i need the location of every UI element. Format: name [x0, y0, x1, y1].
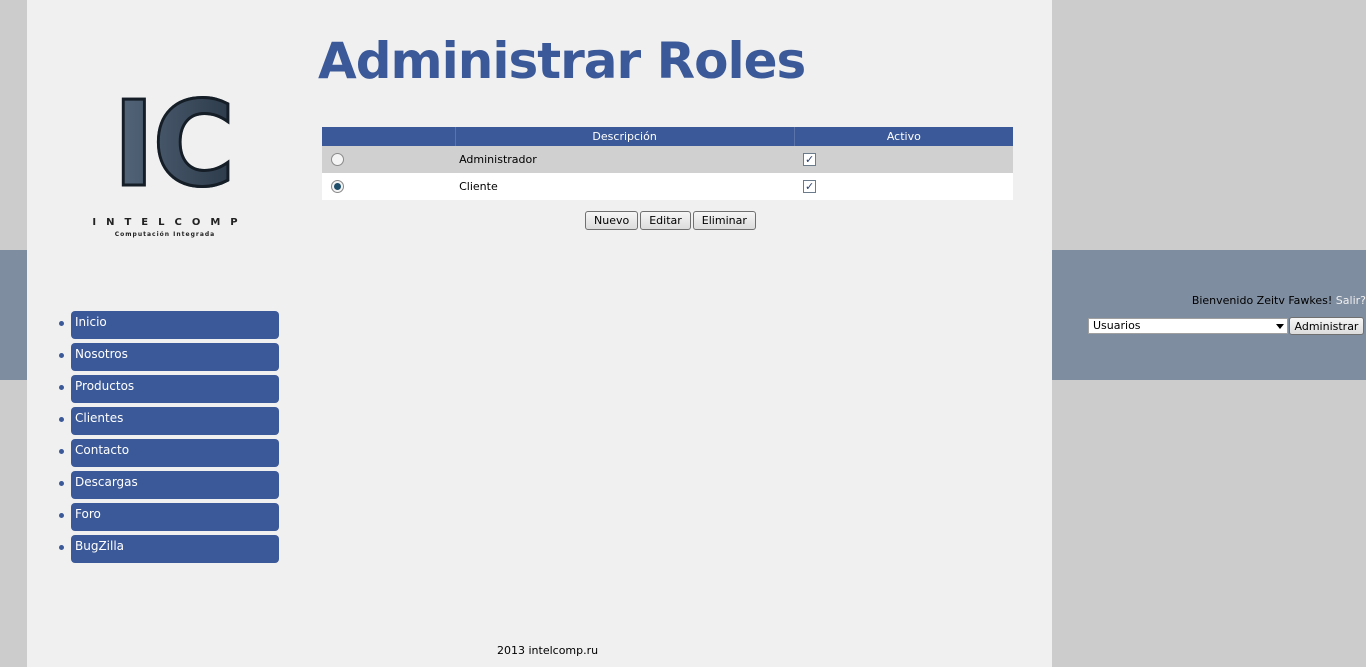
nav-link-clientes[interactable]: Clientes: [71, 407, 279, 435]
nav-item-contacto: Contacto: [59, 439, 279, 467]
nav-item-foro: Foro: [59, 503, 279, 531]
intelcomp-logo: IC INTELCOMP Computación Integrada: [75, 75, 265, 242]
row-select-radio[interactable]: [331, 153, 344, 167]
nav-link-contacto[interactable]: Contacto: [71, 439, 279, 467]
main-nav: Inicio Nosotros Productos Clientes Conta…: [57, 311, 279, 567]
administrar-button[interactable]: Administrar: [1289, 317, 1364, 335]
header-description: Descripción: [455, 127, 795, 146]
page-title: Administrar Roles: [318, 32, 806, 90]
table-header-row: Descripción Activo: [322, 127, 1013, 146]
logout-link[interactable]: Salir?: [1336, 294, 1366, 307]
role-description: Administrador: [459, 153, 537, 166]
nav-item-clientes: Clientes: [59, 407, 279, 435]
chevron-down-icon: [1276, 324, 1284, 329]
logo-name: INTELCOMP: [92, 217, 248, 228]
nav-link-productos[interactable]: Productos: [71, 375, 279, 403]
nav-item-bugzilla: BugZilla: [59, 535, 279, 563]
active-checkbox[interactable]: ✓: [803, 153, 817, 167]
nav-item-descargas: Descargas: [59, 471, 279, 499]
table-row: Administrador ✓: [322, 146, 1013, 173]
logo-tagline: Computación Integrada: [114, 231, 216, 238]
active-checkbox[interactable]: ✓: [803, 180, 817, 194]
page-container: IC INTELCOMP Computación Integrada Admin…: [27, 0, 1052, 667]
table-row: Cliente ✓: [322, 173, 1013, 200]
new-button[interactable]: Nuevo: [585, 211, 639, 230]
header-select: [322, 127, 456, 146]
nav-link-foro[interactable]: Foro: [71, 503, 279, 531]
header-active: Activo: [794, 127, 1013, 146]
nav-item-productos: Productos: [59, 375, 279, 403]
nav-link-inicio[interactable]: Inicio: [71, 311, 279, 339]
admin-section-select[interactable]: Usuarios: [1088, 318, 1288, 334]
select-value: Usuarios: [1093, 319, 1141, 332]
role-description: Cliente: [459, 180, 498, 193]
nav-link-nosotros[interactable]: Nosotros: [71, 343, 279, 371]
nav-link-bugzilla[interactable]: BugZilla: [71, 535, 279, 563]
edit-button[interactable]: Editar: [640, 211, 691, 230]
row-select-radio[interactable]: [331, 180, 344, 194]
delete-button[interactable]: Eliminar: [692, 211, 756, 230]
welcome-text: Bienvenido Zeitv Fawkes!: [1191, 294, 1333, 307]
nav-item-nosotros: Nosotros: [59, 343, 279, 371]
role-actions: Nuevo Editar Eliminar: [585, 211, 756, 230]
roles-table: Descripción Activo Administrador ✓ Clien…: [322, 127, 1013, 200]
nav-item-inicio: Inicio: [59, 311, 279, 339]
footer-text: 2013 intelcomp.ru: [497, 644, 599, 657]
logo-letters: IC: [112, 75, 237, 213]
welcome-message: Bienvenido Zeitv Fawkes! Salir?: [1160, 294, 1366, 307]
nav-link-descargas[interactable]: Descargas: [71, 471, 279, 499]
